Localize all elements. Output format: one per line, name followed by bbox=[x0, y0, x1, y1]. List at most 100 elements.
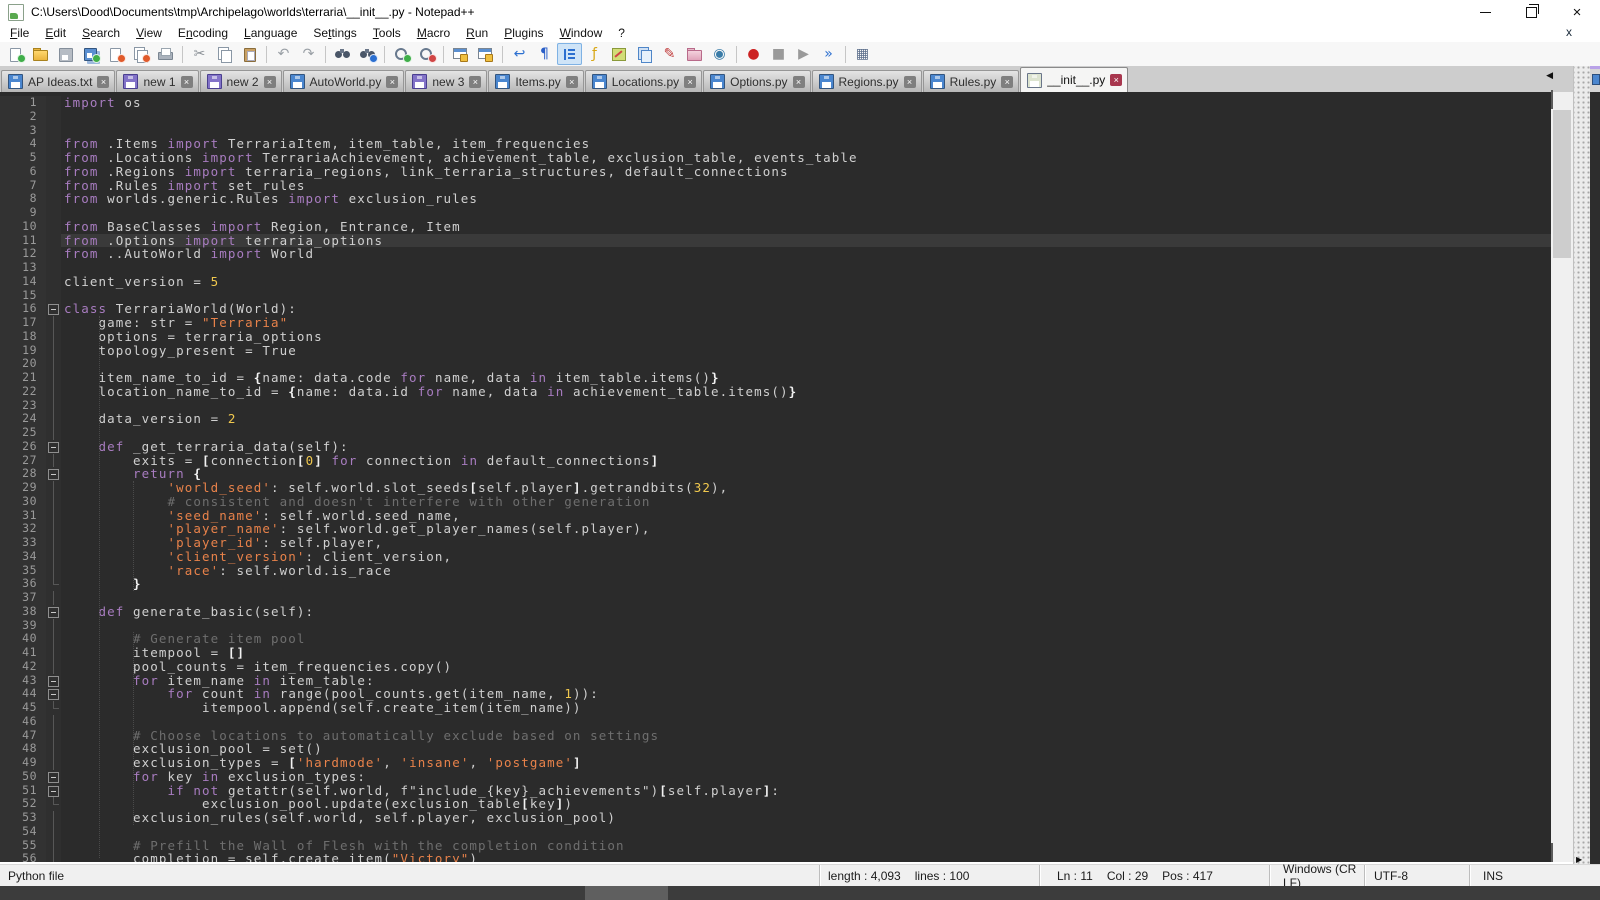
line-number[interactable]: 19 bbox=[0, 344, 46, 358]
code-line-51[interactable]: 51 if not getattr(self.world, f"include_… bbox=[0, 784, 1551, 798]
tab-scroll-left-icon[interactable]: ◀ bbox=[1546, 71, 1553, 81]
line-number[interactable]: 9 bbox=[0, 206, 46, 220]
line-number[interactable]: 34 bbox=[0, 550, 46, 564]
code-line-27[interactable]: 27 exits = [connection[0] for connection… bbox=[0, 454, 1551, 468]
fold-marker[interactable] bbox=[46, 770, 61, 784]
line-number[interactable]: 50 bbox=[0, 770, 46, 784]
tab-close-icon[interactable]: × bbox=[386, 76, 398, 88]
code-line-11[interactable]: 11from .Options import terraria_options bbox=[0, 234, 1551, 248]
line-number[interactable]: 33 bbox=[0, 536, 46, 550]
scroll-down-icon[interactable] bbox=[1551, 845, 1573, 862]
tab-options-py[interactable]: Options.py× bbox=[703, 70, 810, 92]
indent-guide-button[interactable] bbox=[557, 43, 582, 65]
line-number[interactable]: 2 bbox=[0, 110, 46, 124]
save-button[interactable] bbox=[53, 43, 78, 65]
function-list-button[interactable]: ƒ bbox=[582, 43, 607, 65]
fold-marker[interactable] bbox=[46, 605, 61, 619]
code-line-6[interactable]: 6from .Regions import terraria_regions, … bbox=[0, 165, 1551, 179]
code-line-38[interactable]: 38 def generate_basic(self): bbox=[0, 605, 1551, 619]
edit-marker-button[interactable]: ✎ bbox=[657, 43, 682, 65]
tab-ap-ideas-txt[interactable]: AP Ideas.txt× bbox=[1, 70, 115, 92]
sync-horizontal-scroll-button[interactable] bbox=[473, 43, 498, 65]
code-line-12[interactable]: 12from ..AutoWorld import World bbox=[0, 247, 1551, 261]
line-number[interactable]: 32 bbox=[0, 522, 46, 536]
monitoring-button[interactable]: ◉ bbox=[707, 43, 732, 65]
macro-play-button[interactable]: ▶ bbox=[791, 43, 816, 65]
line-number[interactable]: 30 bbox=[0, 495, 46, 509]
code-line-28[interactable]: 28 return { bbox=[0, 467, 1551, 481]
macro-stop-button[interactable]: ■ bbox=[766, 43, 791, 65]
line-number[interactable]: 14 bbox=[0, 275, 46, 289]
new-file-button[interactable] bbox=[3, 43, 28, 65]
code-line-7[interactable]: 7from .Rules import set_rules bbox=[0, 179, 1551, 193]
menu-run[interactable]: Run bbox=[458, 25, 496, 41]
fold-marker[interactable] bbox=[46, 302, 61, 316]
line-number[interactable]: 6 bbox=[0, 165, 46, 179]
tab-new-1[interactable]: new 1× bbox=[116, 70, 198, 92]
code-line-30[interactable]: 30 # consistent and doesn't interfere wi… bbox=[0, 495, 1551, 509]
code-line-24[interactable]: 24 data_version = 2 bbox=[0, 412, 1551, 426]
menu-tools[interactable]: Tools bbox=[365, 25, 409, 41]
close-button[interactable] bbox=[103, 43, 128, 65]
code-line-46[interactable]: 46 bbox=[0, 715, 1551, 729]
tab-new-3[interactable]: new 3× bbox=[405, 70, 487, 92]
tab-close-icon[interactable]: × bbox=[793, 76, 805, 88]
splitter-arrow-icon[interactable]: ▶ bbox=[1576, 855, 1582, 864]
line-number[interactable]: 8 bbox=[0, 192, 46, 206]
line-number[interactable]: 38 bbox=[0, 605, 46, 619]
line-number[interactable]: 51 bbox=[0, 784, 46, 798]
code-line-4[interactable]: 4from .Items import TerrariaItem, item_t… bbox=[0, 137, 1551, 151]
open-button[interactable] bbox=[28, 43, 53, 65]
menu-help[interactable]: ? bbox=[610, 25, 633, 41]
line-number[interactable]: 40 bbox=[0, 632, 46, 646]
code-line-20[interactable]: 20 bbox=[0, 357, 1551, 371]
code-line-15[interactable]: 15 bbox=[0, 289, 1551, 303]
line-number[interactable]: 45 bbox=[0, 701, 46, 715]
line-number[interactable]: 13 bbox=[0, 261, 46, 275]
print-button[interactable] bbox=[153, 43, 178, 65]
tab-close-icon[interactable]: × bbox=[97, 76, 109, 88]
tab-regions-py[interactable]: Regions.py× bbox=[812, 70, 922, 92]
copy-button[interactable] bbox=[212, 43, 237, 65]
code-line-22[interactable]: 22 location_name_to_id = {name: data.id … bbox=[0, 385, 1551, 399]
menu-encoding[interactable]: Encoding bbox=[170, 25, 236, 41]
code-line-31[interactable]: 31 'seed_name': self.world.seed_name, bbox=[0, 509, 1551, 523]
zoom-in-button[interactable] bbox=[389, 43, 414, 65]
code-line-21[interactable]: 21 item_name_to_id = {name: data.code fo… bbox=[0, 371, 1551, 385]
line-number[interactable]: 16 bbox=[0, 302, 46, 316]
close-all-button[interactable] bbox=[128, 43, 153, 65]
code-line-45[interactable]: 45 itempool.append(self.create_item(item… bbox=[0, 701, 1551, 715]
zoom-out-button[interactable] bbox=[414, 43, 439, 65]
menu-settings[interactable]: Settings bbox=[305, 25, 364, 41]
tab-autoworld-py[interactable]: AutoWorld.py× bbox=[283, 70, 405, 92]
minimize-button[interactable] bbox=[1462, 0, 1508, 24]
line-number[interactable]: 18 bbox=[0, 330, 46, 344]
save-all-button[interactable] bbox=[78, 43, 103, 65]
menu-view[interactable]: View bbox=[128, 25, 170, 41]
fold-marker[interactable] bbox=[46, 674, 61, 688]
line-number[interactable]: 47 bbox=[0, 729, 46, 743]
tab-new-2[interactable]: new 2× bbox=[200, 70, 282, 92]
code-line-26[interactable]: 26 def _get_terraria_data(self): bbox=[0, 440, 1551, 454]
macro-record-button[interactable]: ● bbox=[741, 43, 766, 65]
code-line-13[interactable]: 13 bbox=[0, 261, 1551, 275]
code-line-25[interactable]: 25 bbox=[0, 426, 1551, 440]
line-number[interactable]: 24 bbox=[0, 412, 46, 426]
code-line-3[interactable]: 3 bbox=[0, 124, 1551, 138]
line-number[interactable]: 54 bbox=[0, 825, 46, 839]
line-number[interactable]: 29 bbox=[0, 481, 46, 495]
line-number[interactable]: 42 bbox=[0, 660, 46, 674]
code-line-42[interactable]: 42 pool_counts = item_frequencies.copy() bbox=[0, 660, 1551, 674]
line-number[interactable]: 49 bbox=[0, 756, 46, 770]
undo-button[interactable]: ↶ bbox=[271, 43, 296, 65]
code-line-1[interactable]: 1import os bbox=[0, 96, 1551, 110]
tab-close-icon[interactable]: × bbox=[904, 76, 916, 88]
code-line-55[interactable]: 55 # Prefill the Wall of Flesh with the … bbox=[0, 839, 1551, 853]
code-line-52[interactable]: 52 exclusion_pool.update(exclusion_table… bbox=[0, 797, 1551, 811]
line-number[interactable]: 22 bbox=[0, 385, 46, 399]
tab-rules-py[interactable]: Rules.py× bbox=[923, 70, 1020, 92]
line-number[interactable]: 17 bbox=[0, 316, 46, 330]
fold-marker[interactable] bbox=[46, 440, 61, 454]
code-line-48[interactable]: 48 exclusion_pool = set() bbox=[0, 742, 1551, 756]
menubar-close-icon[interactable]: x bbox=[1566, 25, 1572, 39]
